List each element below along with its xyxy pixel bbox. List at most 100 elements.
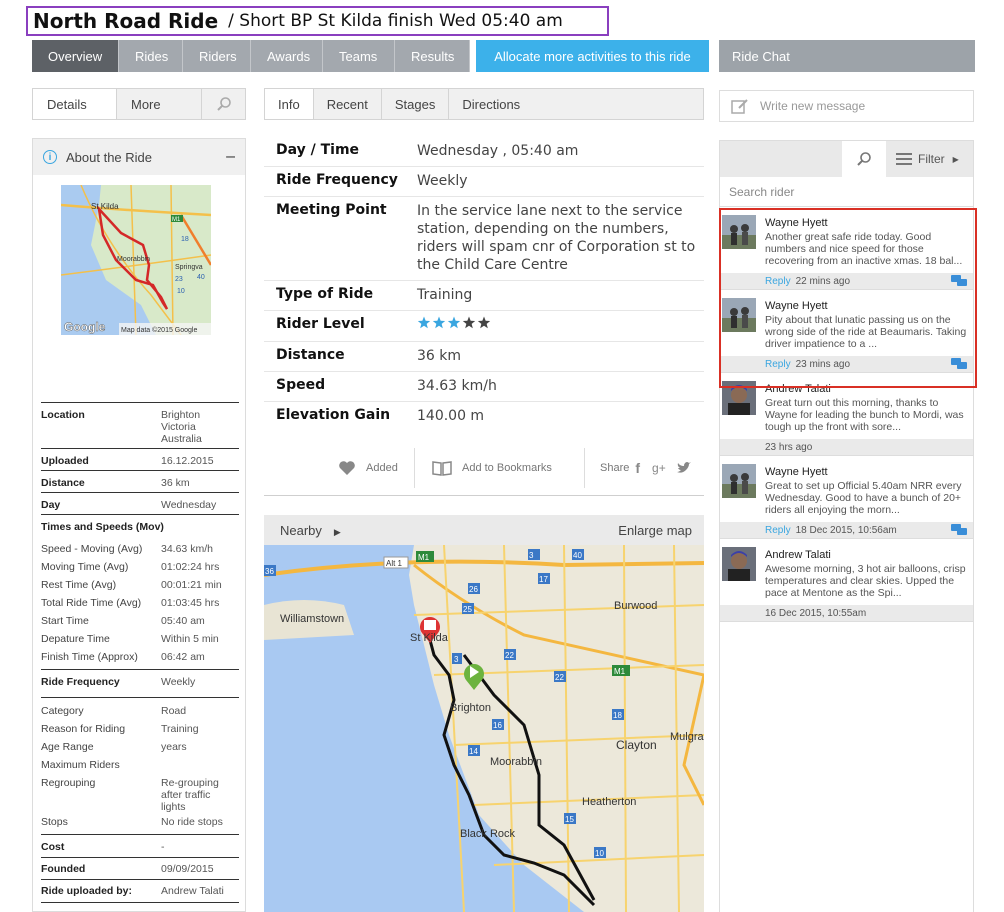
- ride-chat-header: Ride Chat: [719, 40, 975, 72]
- time-label: Finish Time (Approx): [41, 651, 138, 663]
- ride-actions: Added Add to Bookmarks Share f g+: [264, 448, 704, 488]
- map-label-stkilda: St Kilda: [410, 632, 449, 644]
- chat-author[interactable]: Andrew Talati: [765, 383, 973, 395]
- regrouping-label: Regrouping: [41, 777, 96, 789]
- chat-bubbles-icon[interactable]: [951, 275, 967, 287]
- tab-results[interactable]: Results: [395, 40, 470, 72]
- bookmark-label: Add to Bookmarks: [462, 462, 552, 474]
- chat-item[interactable]: Andrew Talati Great turn out this mornin…: [720, 373, 973, 456]
- chat-author[interactable]: Wayne Hyett: [765, 300, 973, 312]
- location-row: Location Brighton Victoria Australia: [41, 409, 239, 445]
- tab-riders[interactable]: Riders: [183, 40, 251, 72]
- map-route-marker: 22: [505, 651, 514, 660]
- distance-value: 36 km: [161, 477, 190, 489]
- map-route-marker: 22: [555, 673, 564, 682]
- reply-link[interactable]: Reply: [765, 525, 791, 536]
- ride-mini-map[interactable]: St Kilda Moorabbin Springva M1 18 23 40 …: [61, 185, 211, 335]
- main-tabs: Overview Rides Riders Awards Teams Resul…: [32, 40, 470, 72]
- chat-search-button[interactable]: [842, 141, 886, 177]
- chat-bubbles-icon[interactable]: [951, 524, 967, 536]
- star-filled-icon: [447, 316, 461, 329]
- founded-label: Founded: [41, 863, 86, 875]
- time-label: Rest Time (Avg): [41, 579, 117, 591]
- reply-link[interactable]: Reply: [765, 276, 791, 287]
- cost-label: Cost: [41, 841, 65, 853]
- filter-label: Filter: [918, 152, 945, 166]
- about-ride-header[interactable]: i About the Ride –: [33, 139, 245, 175]
- subtab-info[interactable]: Info: [265, 89, 314, 119]
- chevron-right-icon: ▶: [333, 526, 341, 537]
- chat-item[interactable]: Wayne Hyett Great to set up Official 5.4…: [720, 456, 973, 539]
- uploaded-label: Uploaded: [41, 455, 89, 467]
- info-label: Ride Frequency: [276, 172, 398, 188]
- rider-level-graphic: [417, 316, 491, 329]
- chat-bubbles-icon[interactable]: [951, 358, 967, 370]
- uploaded-by-value[interactable]: Andrew Talati: [161, 885, 239, 897]
- avatar[interactable]: [722, 381, 756, 415]
- ride-info-table: Day / Time Wednesday , 05:40 am Ride Freq…: [264, 137, 704, 431]
- time-label: Start Time: [41, 615, 89, 627]
- info-label: Elevation Gain: [276, 407, 391, 423]
- time-label: Total Ride Time (Avg): [41, 597, 142, 609]
- regrouping-line-2: after traffic: [161, 789, 211, 801]
- write-message-input[interactable]: Write new message: [719, 90, 974, 122]
- info-value: 140.00 m: [417, 408, 485, 424]
- map-label-brighton: Brighton: [450, 702, 491, 714]
- chat-author[interactable]: Andrew Talati: [765, 549, 973, 561]
- map-route-marker: 26: [469, 585, 478, 594]
- filter-button[interactable]: Filter ▶: [896, 152, 959, 166]
- day-value: Wednesday: [161, 499, 217, 511]
- map-route-marker: 14: [469, 747, 478, 756]
- tab-overview[interactable]: Overview: [32, 40, 119, 72]
- enlarge-map-link[interactable]: Enlarge map: [618, 523, 692, 538]
- added-button[interactable]: Added: [338, 448, 398, 488]
- search-rider-input[interactable]: Search rider: [720, 177, 973, 207]
- search-icon: [216, 97, 231, 111]
- reply-link[interactable]: Reply: [765, 359, 791, 370]
- subtab-details[interactable]: Details: [33, 89, 117, 119]
- allocate-activities-button[interactable]: Allocate more activities to this ride: [476, 40, 709, 72]
- bookmark-button[interactable]: Add to Bookmarks: [432, 448, 552, 488]
- ride-route-map[interactable]: Williamstown St Kilda Brighton Moorabbin…: [264, 545, 704, 912]
- chat-item[interactable]: Wayne Hyett Pity about that lunatic pass…: [720, 290, 973, 373]
- avatar[interactable]: [722, 215, 756, 249]
- info-row: Day / Time Wednesday , 05:40 am: [264, 137, 704, 167]
- time-value: 01:02:24 hrs: [161, 561, 220, 573]
- subtab-stages[interactable]: Stages: [382, 89, 450, 119]
- avatar[interactable]: [722, 464, 756, 498]
- tab-rides[interactable]: Rides: [119, 40, 183, 72]
- info-label: Distance: [276, 347, 345, 363]
- tab-awards[interactable]: Awards: [251, 40, 323, 72]
- subtab-more[interactable]: More: [117, 89, 201, 119]
- collapse-icon[interactable]: –: [226, 148, 235, 166]
- chat-item[interactable]: Wayne Hyett Another great safe ride toda…: [720, 207, 973, 290]
- facebook-icon[interactable]: f: [635, 460, 640, 476]
- time-value: 34.63 km/h: [161, 543, 213, 555]
- info-row: Speed 34.63 km/h: [264, 372, 704, 402]
- uploaded-row: Uploaded 16.12.2015: [41, 455, 239, 467]
- info-label: Type of Ride: [276, 286, 374, 302]
- times-heading: Times and Speeds (Mov): [41, 521, 164, 533]
- chat-author[interactable]: Wayne Hyett: [765, 466, 973, 478]
- heart-icon: [339, 461, 355, 475]
- chat-item-footer: Reply 18 Dec 2015, 10:56am: [720, 522, 973, 538]
- distance-row: Distance 36 km: [41, 477, 239, 489]
- misc-value: Training: [161, 723, 199, 735]
- subtab-recent[interactable]: Recent: [314, 89, 382, 119]
- google-plus-icon[interactable]: g+: [652, 461, 666, 475]
- twitter-icon[interactable]: [676, 461, 692, 475]
- avatar[interactable]: [722, 298, 756, 332]
- info-row: Elevation Gain 140.00 m: [264, 402, 704, 431]
- chat-item[interactable]: Andrew Talati Awesome morning, 3 hot air…: [720, 539, 973, 622]
- info-value: In the service lane next to the service …: [417, 203, 696, 273]
- details-search-button[interactable]: [201, 89, 245, 119]
- avatar[interactable]: [722, 547, 756, 581]
- chat-author[interactable]: Wayne Hyett: [765, 217, 973, 229]
- google-logo: Google: [64, 320, 106, 334]
- subtab-directions[interactable]: Directions: [449, 89, 533, 119]
- tab-teams[interactable]: Teams: [323, 40, 395, 72]
- mini-map-marker: 40: [197, 274, 205, 281]
- info-icon: i: [43, 150, 57, 164]
- nearby-toggle[interactable]: Nearby ▶: [280, 523, 341, 538]
- write-message-placeholder: Write new message: [760, 99, 866, 113]
